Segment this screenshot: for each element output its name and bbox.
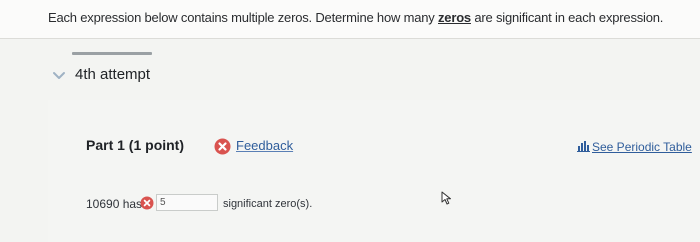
see-periodic-table-link[interactable]: See Periodic Table — [592, 140, 692, 154]
feedback-link[interactable]: Feedback — [236, 138, 293, 153]
error-x-icon[interactable] — [214, 138, 231, 155]
question-emphasis: zeros — [438, 10, 471, 25]
error-x-icon — [140, 196, 154, 210]
bar-chart-icon[interactable] — [577, 140, 590, 152]
section-divider — [72, 52, 152, 55]
question-text: Each expression below contains multiple … — [48, 10, 663, 25]
attempt-label: 4th attempt — [75, 66, 151, 83]
significant-zeros-input[interactable] — [156, 194, 218, 211]
question-text-after: are significant in each expression. — [470, 10, 664, 25]
question-text-before: Each expression below contains multiple … — [48, 10, 438, 25]
expression-label: 10690 has — [86, 197, 143, 211]
part-panel — [48, 100, 700, 242]
part-title: Part 1 (1 point) — [86, 137, 185, 153]
question-header: Each expression below contains multiple … — [0, 0, 700, 39]
chevron-down-icon[interactable] — [52, 68, 66, 82]
mouse-cursor-icon — [441, 191, 451, 205]
answer-suffix-label: significant zero(s). — [223, 198, 313, 210]
page: Each expression below contains multiple … — [0, 0, 700, 242]
